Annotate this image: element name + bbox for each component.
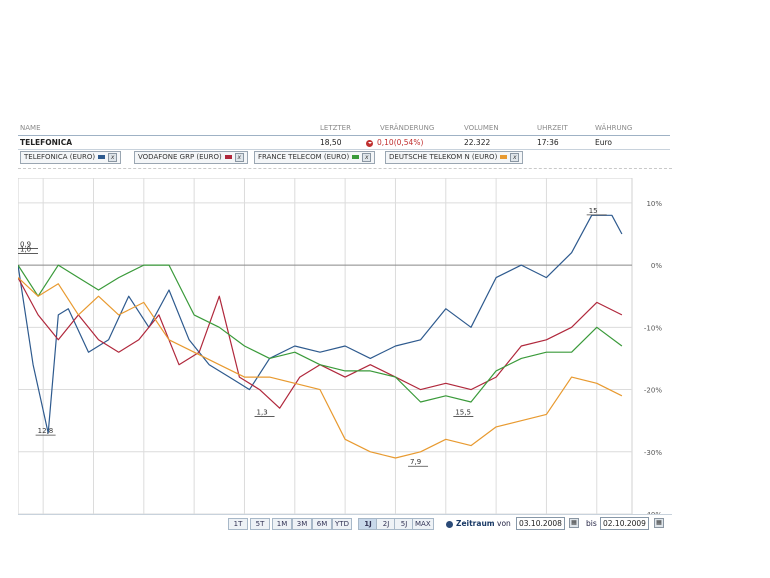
header-time: UHRZEIT	[537, 124, 568, 132]
color-swatch	[500, 155, 508, 159]
close-icon[interactable]: x	[108, 152, 118, 162]
header-volume: VOLUMEN	[464, 124, 499, 132]
calendar-icon[interactable]: ▦	[654, 518, 664, 528]
header-name: NAME	[20, 124, 41, 132]
range-6m-button[interactable]: 6M	[312, 518, 332, 530]
y-tick-label: -10%	[644, 324, 662, 332]
toolbar: 1T 5T 1M 3M 6M YTD 1J 2J 5J MAX Zeitraum…	[18, 514, 672, 531]
zeitraum-label: Zeitraum von	[446, 518, 511, 529]
annotation-label: 15	[589, 207, 598, 215]
range-3m-button[interactable]: 3M	[292, 518, 312, 530]
range-5j-button[interactable]: 5J	[394, 518, 414, 530]
clock-icon	[446, 520, 453, 528]
annotation-label: 15,5	[455, 408, 471, 416]
quote-last: 18,50	[320, 138, 342, 147]
range-1j-button[interactable]: 1J	[358, 518, 378, 530]
header-last: LETZTER	[320, 124, 351, 132]
y-tick-label: 0%	[651, 262, 662, 270]
close-icon[interactable]: x	[510, 152, 520, 162]
quote-currency: Euro	[595, 138, 612, 147]
chip-france-telecom[interactable]: FRANCE TELECOM (EURO) x	[254, 151, 376, 164]
annotation-label: 7,9	[410, 458, 421, 466]
separator	[18, 168, 672, 169]
series-chips: TELEFONICA (EURO) x VODAFONE GRP (EURO) x …	[18, 151, 672, 165]
quote-change: 0,10(0,54%)	[366, 136, 423, 149]
range-1m-button[interactable]: 1M	[272, 518, 292, 530]
calendar-icon[interactable]: ▦	[569, 518, 579, 528]
close-icon[interactable]: x	[234, 152, 244, 162]
annotation-label: 1,0	[20, 245, 31, 253]
plot-area	[18, 178, 633, 514]
chip-telefonica[interactable]: TELEFONICA (EURO) x	[20, 151, 122, 164]
chip-vodafone[interactable]: VODAFONE GRP (EURO) x	[134, 151, 248, 164]
bis-label: bis	[586, 519, 597, 528]
to-date-input[interactable]: 02.10.2009	[600, 517, 649, 530]
color-swatch	[224, 155, 232, 159]
y-tick-label: 10%	[646, 200, 662, 208]
quote-time: 17:36	[537, 138, 559, 147]
range-1t-button[interactable]: 1T	[228, 518, 248, 530]
y-tick-label: -20%	[644, 387, 662, 395]
annotation-label: 1,3	[257, 408, 268, 416]
range-2j-button[interactable]: 2J	[376, 518, 396, 530]
y-axis: 10%0%-10%-20%-30%-40%	[644, 200, 662, 514]
quote-volume: 22.322	[464, 138, 491, 147]
quote-row[interactable]: TELEFONICA 18,50 0,10(0,54%) 22.322 17:3…	[18, 135, 670, 150]
range-max-button[interactable]: MAX	[412, 518, 434, 530]
close-icon[interactable]: x	[362, 152, 372, 162]
header-currency: WÄHRUNG	[595, 124, 633, 132]
color-swatch	[98, 155, 106, 159]
chip-deutsche-telekom[interactable]: DEUTSCHE TELEKOM N (EURO) x	[385, 151, 524, 164]
color-swatch	[352, 155, 360, 159]
quote-name: TELEFONICA	[20, 138, 73, 147]
stock-widget: NAME LETZTER VERÄNDERUNG VOLUMEN UHRZEIT…	[18, 124, 672, 530]
range-5t-button[interactable]: 5T	[250, 518, 270, 530]
down-arrow-icon	[366, 139, 373, 147]
column-headers: NAME LETZTER VERÄNDERUNG VOLUMEN UHRZEIT…	[18, 124, 672, 134]
y-tick-label: -30%	[644, 449, 662, 457]
price-chart[interactable]: 0,91,012,81,37,915,515 10%0%-10%-20%-30%…	[18, 178, 672, 514]
range-ytd-button[interactable]: YTD	[332, 518, 352, 530]
header-change: VERÄNDERUNG	[380, 124, 435, 132]
from-date-input[interactable]: 03.10.2008	[516, 517, 565, 530]
annotation-label: 12,8	[38, 427, 54, 435]
